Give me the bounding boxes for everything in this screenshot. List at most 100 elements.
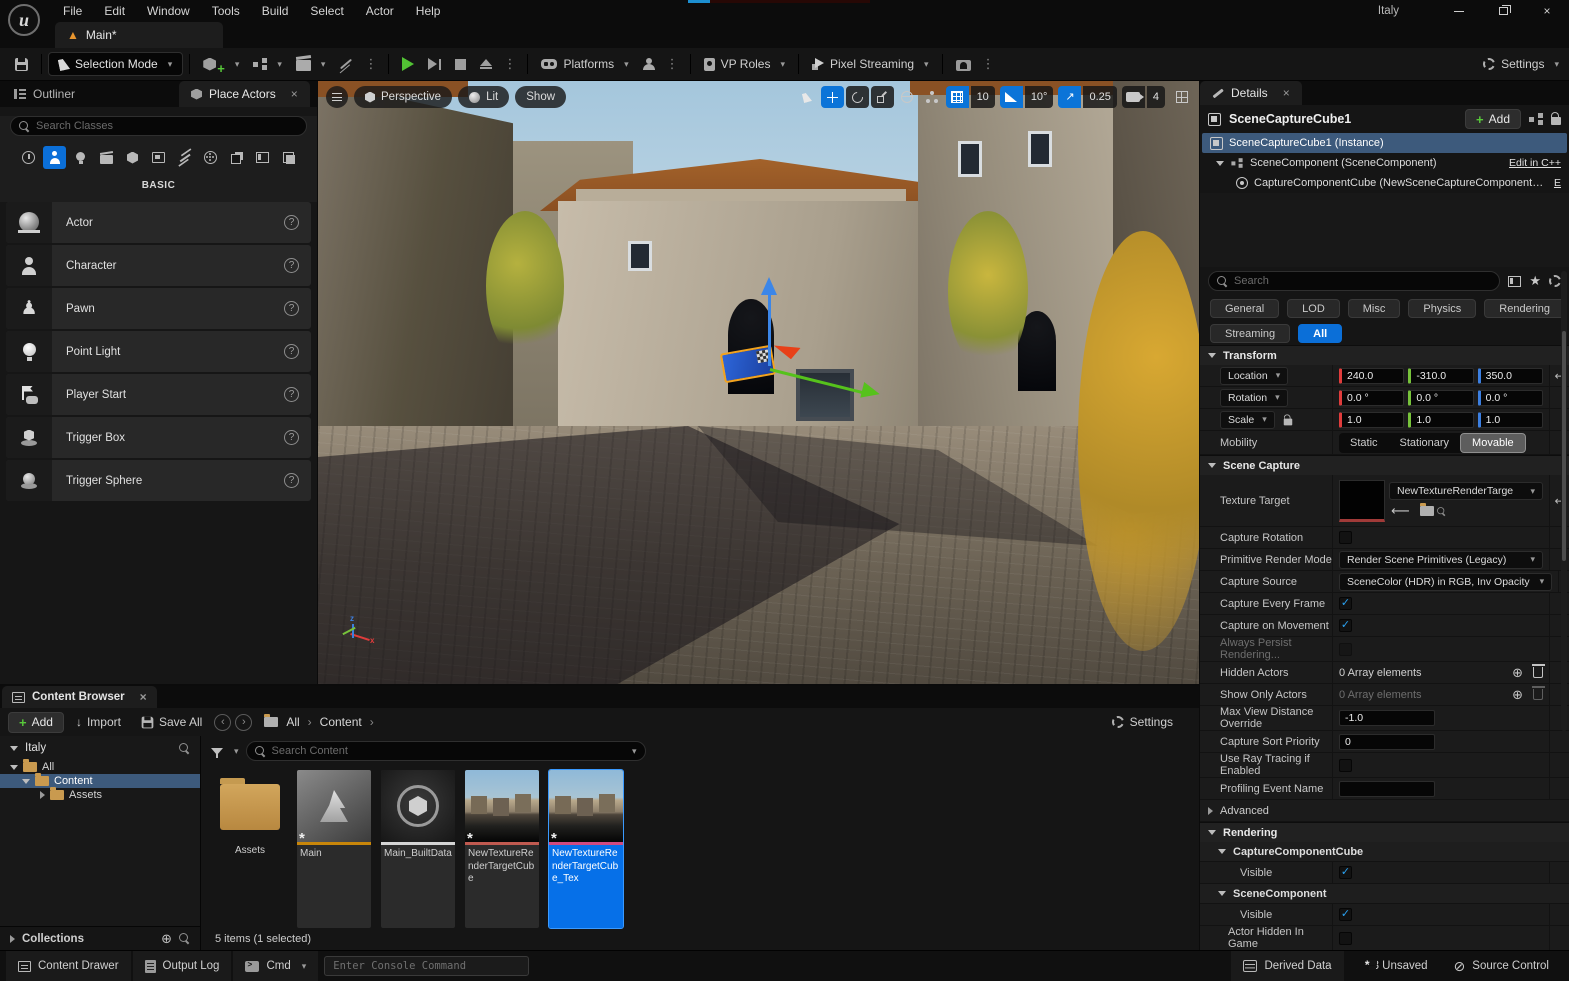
restore-button[interactable] bbox=[1481, 0, 1525, 22]
content-browser-settings[interactable]: Settings bbox=[1112, 715, 1191, 729]
tab-outliner[interactable]: Outliner bbox=[2, 81, 87, 107]
menu-select[interactable]: Select bbox=[299, 0, 354, 22]
cinematic-category-icon[interactable] bbox=[95, 146, 118, 169]
editor-settings-dropdown[interactable]: Settings ▾ bbox=[1483, 57, 1559, 71]
toolbar-overflow-dots[interactable]: ⋮ bbox=[360, 56, 382, 72]
component-row-instance[interactable]: SceneCaptureCube1 (Instance) bbox=[1202, 133, 1567, 153]
camera-speed-value[interactable]: 4 bbox=[1147, 86, 1165, 108]
rotation-dropdown[interactable]: Rotation▾ bbox=[1220, 389, 1288, 407]
filter-tab-lod[interactable]: LOD bbox=[1287, 299, 1340, 318]
search-collections-icon[interactable] bbox=[179, 933, 190, 944]
media-capture-button[interactable] bbox=[949, 51, 978, 77]
filter-funnel-icon[interactable] bbox=[211, 748, 223, 755]
filter-tab-streaming[interactable]: Streaming bbox=[1210, 324, 1290, 343]
ray-tracing-checkbox[interactable] bbox=[1339, 759, 1352, 772]
mobility-movable[interactable]: Movable bbox=[1460, 433, 1526, 453]
tree-item-assets[interactable]: Assets bbox=[0, 788, 200, 802]
add-actor-dropdown[interactable]: +▾ bbox=[196, 51, 246, 77]
help-icon[interactable]: ? bbox=[284, 473, 299, 488]
capture-source-dropdown[interactable]: SceneColor (HDR) in RGB, Inv Opacity▾ bbox=[1339, 573, 1552, 591]
visual-effects-category-icon[interactable] bbox=[173, 146, 196, 169]
grid-snap-toggle[interactable] bbox=[946, 86, 969, 108]
scale-snap-value[interactable]: 0.25 bbox=[1083, 86, 1116, 108]
select-tool[interactable] bbox=[796, 86, 819, 108]
tab-place-actors[interactable]: Place Actors × bbox=[179, 81, 310, 107]
place-actor-item-trigger-sphere[interactable]: Trigger Sphere ? bbox=[6, 460, 311, 501]
cmd-dropdown[interactable]: Cmd ▾ bbox=[233, 951, 318, 981]
primitive-render-mode-dropdown[interactable]: Render Scene Primitives (Legacy)▾ bbox=[1339, 551, 1543, 569]
rotation-y-field[interactable]: 0.0 ° bbox=[1408, 390, 1473, 406]
texture-target-thumbnail[interactable] bbox=[1339, 480, 1385, 522]
place-actor-item-pawn[interactable]: ♟ Pawn ? bbox=[6, 288, 311, 329]
rotation-x-field[interactable]: 0.0 ° bbox=[1339, 390, 1404, 406]
asset-tile-main-builtdata[interactable]: Main_BuiltData bbox=[381, 770, 455, 928]
forward-button[interactable]: › bbox=[235, 714, 252, 731]
use-selected-asset-icon[interactable]: ⟵ bbox=[1391, 503, 1410, 519]
close-icon[interactable]: × bbox=[291, 87, 298, 101]
place-actor-item-point-light[interactable]: Point Light ? bbox=[6, 331, 311, 372]
capture-sort-priority-field[interactable]: 0 bbox=[1339, 734, 1435, 750]
play-button[interactable] bbox=[395, 51, 421, 77]
details-scrollbar[interactable] bbox=[1561, 271, 1567, 731]
help-icon[interactable]: ? bbox=[284, 430, 299, 445]
selection-mode-dropdown[interactable]: Selection Mode ▾ bbox=[48, 52, 183, 76]
help-icon[interactable]: ? bbox=[284, 387, 299, 402]
menu-tools[interactable]: Tools bbox=[201, 0, 251, 22]
edit-link-truncated[interactable]: E bbox=[1554, 177, 1561, 189]
filter-tab-misc[interactable]: Misc bbox=[1348, 299, 1401, 318]
location-dropdown[interactable]: Location▾ bbox=[1220, 367, 1288, 385]
location-x-field[interactable]: 240.0 bbox=[1339, 368, 1404, 384]
add-asset-button[interactable]: + Add bbox=[8, 712, 64, 733]
subsection-scene-component[interactable]: SceneComponent bbox=[1200, 884, 1569, 904]
details-settings-gear-icon[interactable] bbox=[1549, 275, 1561, 287]
add-array-element-icon[interactable]: ⊕ bbox=[1512, 665, 1523, 681]
favorites-star-icon[interactable]: ★ bbox=[1529, 273, 1541, 289]
import-button[interactable]: ↓ Import bbox=[68, 711, 129, 733]
tab-content-browser[interactable]: Content Browser × bbox=[2, 686, 157, 708]
blueprints-dropdown[interactable]: ▾ bbox=[246, 51, 289, 77]
tree-item-content[interactable]: Content bbox=[0, 774, 200, 788]
details-search-input[interactable] bbox=[1234, 275, 1491, 287]
place-actor-item-actor[interactable]: Actor ? bbox=[6, 202, 311, 243]
tab-details[interactable]: Details × bbox=[1200, 81, 1302, 105]
content-drawer-button[interactable]: Content Drawer bbox=[6, 951, 131, 981]
search-icon[interactable] bbox=[179, 743, 190, 754]
breadcrumb-content[interactable]: Content bbox=[316, 715, 366, 729]
move-tool[interactable] bbox=[821, 86, 844, 108]
scale-snap-toggle[interactable]: ↗ bbox=[1058, 86, 1081, 108]
location-y-field[interactable]: -310.0 bbox=[1408, 368, 1473, 384]
level-viewport[interactable]: x z Perspective Lit Show bbox=[318, 81, 1199, 684]
capture-every-frame-checkbox[interactable]: ✓ bbox=[1339, 597, 1352, 610]
menu-build[interactable]: Build bbox=[251, 0, 300, 22]
add-array-element-icon[interactable]: ⊕ bbox=[1512, 687, 1523, 703]
platforms-overflow-dots[interactable]: ⋮ bbox=[662, 56, 684, 72]
close-icon[interactable]: × bbox=[140, 690, 147, 704]
filter-tab-all[interactable]: All bbox=[1298, 324, 1342, 343]
help-icon[interactable]: ? bbox=[284, 215, 299, 230]
visible-checkbox[interactable]: ✓ bbox=[1339, 866, 1352, 879]
source-control-button[interactable]: ⊘ Source Control bbox=[1442, 951, 1561, 981]
stop-button[interactable] bbox=[448, 51, 473, 77]
eject-button[interactable] bbox=[473, 51, 499, 77]
basic-category-icon[interactable] bbox=[43, 146, 66, 169]
show-dropdown[interactable]: Show bbox=[515, 86, 566, 108]
surface-snap-toggle[interactable] bbox=[921, 86, 944, 108]
scale-z-field[interactable]: 1.0 bbox=[1478, 412, 1543, 428]
help-icon[interactable]: ? bbox=[284, 344, 299, 359]
asset-tile-rendertarget-cube[interactable]: * NewTextureRenderTargetCube bbox=[465, 770, 539, 928]
rotation-z-field[interactable]: 0.0 ° bbox=[1478, 390, 1543, 406]
volumes-category-icon[interactable] bbox=[147, 146, 170, 169]
capture-overflow-dots[interactable]: ⋮ bbox=[978, 56, 1000, 72]
platforms-dropdown[interactable]: Platforms ▾ bbox=[534, 51, 635, 77]
scale-tool[interactable] bbox=[871, 86, 894, 108]
save-button[interactable] bbox=[8, 51, 35, 77]
display-options-icon[interactable] bbox=[1508, 276, 1521, 287]
console-command-input[interactable] bbox=[333, 960, 520, 972]
cinematics-dropdown[interactable]: ▾ bbox=[289, 51, 333, 77]
visible-checkbox[interactable]: ✓ bbox=[1339, 908, 1352, 921]
location-z-field[interactable]: 350.0 bbox=[1478, 368, 1543, 384]
actor-hidden-checkbox[interactable] bbox=[1339, 932, 1352, 945]
collaborators-button[interactable] bbox=[636, 51, 662, 77]
maximize-viewport-button[interactable] bbox=[1170, 86, 1193, 108]
mobility-stationary[interactable]: Stationary bbox=[1389, 437, 1461, 449]
